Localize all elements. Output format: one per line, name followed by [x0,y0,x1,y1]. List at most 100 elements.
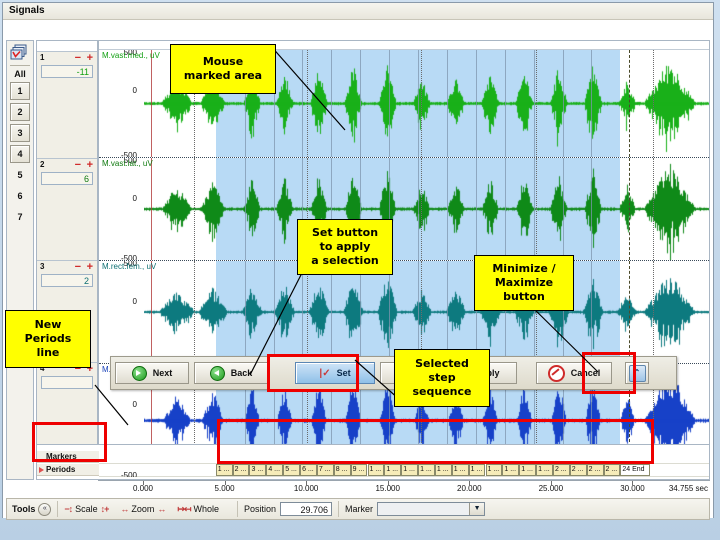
scale-label: Scale [75,504,98,514]
next-button[interactable]: Next [115,362,189,384]
period-cell[interactable]: 2 ... [586,464,604,476]
channel-decrease-3[interactable]: − [75,261,81,273]
channel-increase-2[interactable]: + [87,159,93,171]
x-axis: 34.755 sec 0.000 5.000 10.000 15.000 20.000 2… [36,480,710,495]
channel-increase-3[interactable]: + [87,261,93,273]
period-gridline [273,158,275,260]
channel-button-5[interactable]: 5 [10,166,30,184]
period-cell[interactable]: 3 ... [249,464,267,476]
chart-plot-box-2 [144,158,709,260]
period-cell[interactable]: 1 ... [536,464,553,476]
period-cell[interactable]: 6 ... [300,464,317,476]
period-gridline [302,50,304,157]
callout-selected-step-sequence: Selected step sequence [394,349,490,407]
period-cell[interactable]: 2 ... [552,464,570,476]
position-line [629,50,631,157]
y-axis-2: 500 0 -500 [99,158,141,260]
next-button-label: Next [152,368,173,378]
period-gridline [591,158,593,260]
cursor-line [151,50,153,157]
x-axis-tick-label: 15.000 [375,484,400,493]
channel-value-1[interactable]: -11 [41,65,93,78]
period-cell[interactable]: 4 ... [266,464,284,476]
period-gridline [446,158,448,260]
periods-lane[interactable]: 1 ... 2 ... 3 ... 4 ... 5 ... 6 ... 7 ... 8 ...… [99,464,709,477]
signal-plot-area[interactable]: 500 0 -500 M.vast.med., uV 500 0 -500 M.… [98,40,710,480]
channel-button-3[interactable]: 3 [10,124,30,142]
dotted-marker-line [653,158,654,260]
period-cell[interactable]: 1 ... [384,464,402,476]
period-cell[interactable]: 1 ... [485,464,503,476]
app-root: Signals All 1 2 3 4 5 6 7 1 − + -11 2 − … [0,0,720,540]
period-gridline [331,261,333,363]
channel-button-6[interactable]: 6 [10,187,30,205]
channel-button-4[interactable]: 4 [10,145,30,163]
zoom-label: Zoom [131,504,155,514]
period-cell[interactable]: 1 ... [468,464,486,476]
back-button[interactable]: Back [194,362,268,384]
period-gridline [504,50,506,157]
y-axis-1: 500 0 -500 [99,50,141,157]
period-cell[interactable]: 1 ... [519,464,537,476]
channel-label-2: 2 − + 6 [37,159,97,261]
zoom-tool[interactable]: ↔ Zoom ↔ [120,504,166,514]
dotted-marker-line [421,50,423,157]
period-cell[interactable]: 1 ... [451,464,469,476]
layers-icon[interactable] [10,44,30,62]
dotted-marker-line [653,261,654,363]
marker-select[interactable]: ▼ [377,502,486,516]
channel-index-1: 1 [40,53,45,62]
channel-increase-1[interactable]: + [87,52,93,64]
period-gridline [562,158,564,260]
x-axis-tick-label: 30.000 [620,484,645,493]
period-cell[interactable]: 5 ... [283,464,301,476]
period-cell[interactable]: 9 ... [350,464,368,476]
dotted-marker-line [307,261,309,363]
channel-value-2[interactable]: 6 [41,172,93,185]
marker-label: Marker [345,504,374,514]
signal-chart-2[interactable]: 500 0 -500 M.vast.lat., uV [99,158,709,261]
position-input[interactable]: 29.706 [280,502,333,516]
channel-all-button[interactable]: All [14,69,26,79]
period-cell[interactable]: 2 ... [232,464,250,476]
periods-row-label-text: Periods [46,465,76,474]
callout-minimize-maximize: Minimize / Maximize button [474,255,574,311]
period-gridline [389,50,391,157]
divider [57,501,59,517]
period-cell[interactable]: 1 ... [502,464,520,476]
period-gridline [418,50,420,157]
position-label: Position [244,504,277,514]
x-axis-tick-label: 10.000 [293,484,319,493]
channel-value-3[interactable]: 2 [41,274,93,287]
x-axis-tick-label: 0.000 [132,484,154,493]
position-line [629,158,631,260]
period-gridline [591,261,593,363]
channel-button-7[interactable]: 7 [10,208,30,226]
channel-button-1[interactable]: 1 [10,82,30,100]
scale-tool[interactable]: −↕ Scale ↕+ [64,504,109,514]
period-gridline [360,50,362,157]
y-tick-mid-2: 0 [132,194,137,203]
collapse-icon[interactable]: « [38,502,52,516]
period-cell[interactable]: 1 ... [367,464,385,476]
callout-new-periods-line-text: New Periods line [24,318,72,359]
y-tick-bottom-2: -500 [120,254,137,261]
signal-name-3: M.rect.fem., uV [102,262,157,271]
period-cell[interactable]: 7 ... [316,464,334,476]
period-cell[interactable]: 2 ... [569,464,587,476]
period-cell[interactable]: 1 ... [401,464,419,476]
channel-decrease-1[interactable]: − [75,52,81,64]
period-cell[interactable]: 1 ... [434,464,452,476]
period-cell[interactable]: 1 ... [215,464,233,476]
period-cell[interactable]: 2 ... [603,464,621,476]
period-cell[interactable]: 8 ... [333,464,351,476]
channel-decrease-2[interactable]: − [75,159,81,171]
channel-button-2[interactable]: 2 [10,103,30,121]
period-cell[interactable]: 1 ... [418,464,435,476]
whole-icon: ↦↤ [177,503,191,514]
period-end-cell[interactable]: 24 End [620,464,651,476]
periods-row-label[interactable]: Periods [37,464,99,476]
period-gridline [446,50,448,157]
channel-value-4[interactable] [41,376,93,389]
whole-tool[interactable]: ↦↤ Whole [177,504,219,515]
